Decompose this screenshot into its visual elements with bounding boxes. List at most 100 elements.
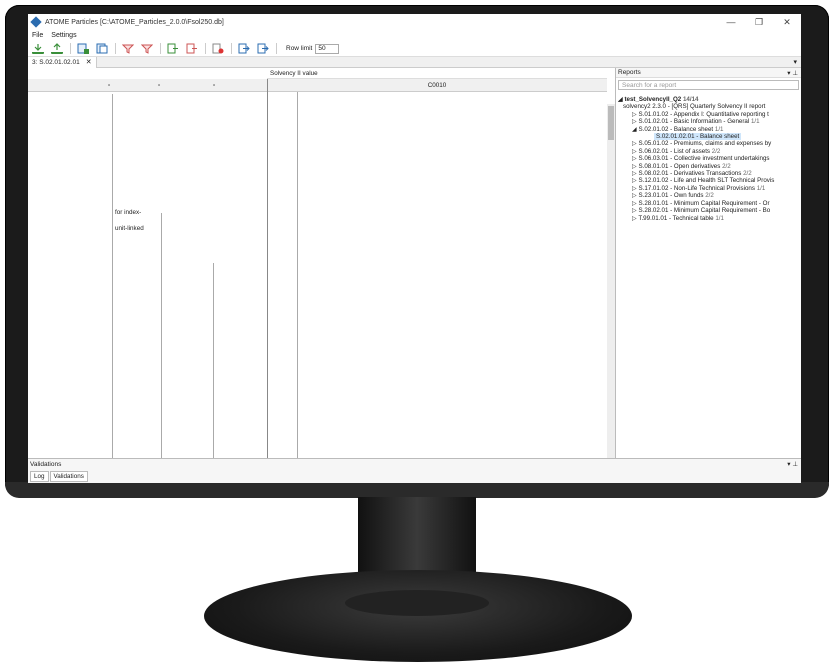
tree-item-label: S.28.02.01 - Minimum Capital Requirement… xyxy=(638,207,771,215)
menu-settings[interactable]: Settings xyxy=(51,32,76,39)
data-grid: Solvency II value ▫ ▫ ▫ C0010 for index-… xyxy=(28,68,616,458)
title-bar: ATOME Particles [C:\ATOME_Particles_2.0.… xyxy=(28,14,801,30)
tree-item-label: S.01.02.01 - Basic Information - General xyxy=(638,118,750,126)
row-label-level2: for index- xyxy=(115,209,142,217)
tree-item[interactable]: ▷ S.08.02.01 - Derivatives Transactions … xyxy=(618,170,799,177)
tree-root[interactable]: ◢ test_SolvencyII_Q2 14/14 xyxy=(618,96,799,103)
filter-icon[interactable]: ▫ xyxy=(108,82,110,89)
tree-item-label: S.12.01.02 - Life and Health SLT Technic… xyxy=(638,177,775,185)
add-report-icon[interactable] xyxy=(77,43,89,54)
tree-item-count: 2/2 xyxy=(711,147,721,155)
tree-item-label: S.02.01.02 - Balance sheet xyxy=(638,125,714,133)
export-icon[interactable] xyxy=(51,43,63,54)
tree-item-count: 2/2 xyxy=(705,192,714,200)
tree-item[interactable]: ▷ S.12.01.02 - Life and Health SLT Techn… xyxy=(618,177,799,184)
monitor-stand-base-top xyxy=(345,590,489,616)
monitor-bezel xyxy=(5,482,829,498)
validations-title: Validations xyxy=(30,460,62,468)
tree-item[interactable]: ▷ S.23.01.01 - Own funds 2/2 xyxy=(618,192,799,199)
tree-item-count: 1/1 xyxy=(750,118,760,126)
import-file-icon[interactable] xyxy=(167,43,179,54)
monitor-stand-base xyxy=(204,570,632,662)
window-title: ATOME Particles [C:\ATOME_Particles_2.0.… xyxy=(45,18,224,26)
tree-item-label: S.08.01.01 - Open derivatives xyxy=(638,162,721,170)
tree-item[interactable]: ◢ S.02.01.02 - Balance sheet 1/1 xyxy=(618,126,799,133)
bottom-tabs: Log Validations xyxy=(28,471,801,482)
validations-header: Validations ▾ ⊥ xyxy=(28,459,801,469)
filter-icon[interactable]: ▫ xyxy=(213,82,215,89)
tree-item-count: 2/2 xyxy=(743,170,752,178)
app-window: ATOME Particles [C:\ATOME_Particles_2.0.… xyxy=(28,14,801,483)
toolbar-separator xyxy=(115,43,116,54)
import-icon[interactable] xyxy=(32,43,44,54)
filter-add-icon[interactable] xyxy=(121,43,135,54)
vertical-scrollbar[interactable] xyxy=(607,104,615,458)
tree-item-count: 1/1 xyxy=(756,184,766,192)
delete-document-icon[interactable] xyxy=(212,43,224,54)
row-limit-input[interactable]: 50 xyxy=(315,43,340,54)
grid-filter-row: ▫ ▫ ▫ xyxy=(28,79,267,92)
filter-remove-icon[interactable] xyxy=(140,43,154,54)
grid-divider xyxy=(267,79,268,458)
copy-report-icon[interactable] xyxy=(96,43,108,54)
row-limit-label: Row limit xyxy=(286,45,313,52)
tree-item-count: 1/1 xyxy=(714,125,724,133)
tab-validations[interactable]: Validations xyxy=(49,471,88,482)
tree-item[interactable]: ▷ S.01.02.01 - Basic Information - Gener… xyxy=(618,118,799,125)
tab-s020102[interactable]: 3: S.02.01.02.01 ✕ xyxy=(28,56,97,68)
toolbar-separator xyxy=(205,43,206,54)
tree-item-label: S.06.03.01 - Collective investment under… xyxy=(638,155,770,163)
grid-divider xyxy=(213,263,214,458)
tree-item-label: S.23.01.01 - Own funds xyxy=(638,192,704,200)
tab-label: 3: S.02.01.02.01 xyxy=(32,58,80,66)
tree-item[interactable]: ▷ S.08.01.01 - Open derivatives 2/2 xyxy=(618,163,799,170)
report-search-input[interactable]: Search for a report xyxy=(618,80,799,90)
tree-item-label: S.08.02.01 - Derivatives Transactions xyxy=(638,170,742,178)
panel-menu-icon[interactable]: ▾ ⊥ xyxy=(787,69,801,77)
tree-item[interactable]: ▷ S.05.01.02 - Premiums, claims and expe… xyxy=(618,140,799,147)
panel-menu-icon[interactable]: ▾ ⊥ xyxy=(787,460,801,468)
close-tab-icon[interactable]: ✕ xyxy=(86,58,92,66)
menu-file[interactable]: File xyxy=(32,32,43,39)
toolbar-separator xyxy=(276,43,277,54)
tree-subtitle: solvency2 2.3.0 - [QRS] Quarterly Solven… xyxy=(623,103,766,111)
app-logo-icon xyxy=(30,16,42,28)
scrollbar-thumb[interactable] xyxy=(608,106,614,140)
grid-divider xyxy=(112,94,113,458)
open-icon[interactable] xyxy=(238,43,250,54)
save-icon[interactable] xyxy=(257,43,269,54)
reports-title: Reports xyxy=(618,69,641,76)
row-label-level2: unit-linked xyxy=(115,224,144,232)
document-tabstrip: 3: S.02.01.02.01 ✕ ▾ xyxy=(28,56,801,68)
tree-item-count: 2/2 xyxy=(722,162,731,170)
tree-item-label: S.05.01.02 - Premiums, claims and expens… xyxy=(638,140,772,148)
close-button[interactable]: ✕ xyxy=(773,17,801,28)
export-file-icon[interactable] xyxy=(186,43,198,54)
report-tree: ◢ test_SolvencyII_Q2 14/14 solvency2 2.3… xyxy=(616,92,801,226)
grid-header-title: Solvency II value xyxy=(267,68,607,79)
tree-item[interactable]: ▷ S.17.01.02 - Non-Life Technical Provis… xyxy=(618,185,799,192)
main-area: Solvency II value ▫ ▫ ▫ C0010 for index-… xyxy=(28,68,801,458)
tree-item[interactable]: ▷ S.06.03.01 - Collective investment und… xyxy=(618,155,799,162)
tree-item-label: S.28.01.01 - Minimum Capital Requirement… xyxy=(638,199,770,207)
validations-panel: Validations ▾ ⊥ Log Validations xyxy=(28,458,801,483)
tree-item-label: S.17.01.02 - Non-Life Technical Provisio… xyxy=(638,184,755,192)
tree-item-label: S.01.01.02 - Appendix I: Quantitative re… xyxy=(638,110,769,118)
grid-divider xyxy=(161,213,162,458)
minimize-button[interactable]: — xyxy=(717,17,745,27)
tab-list-icon[interactable]: ▾ xyxy=(793,58,801,66)
reports-header: Reports ▾ ⊥ xyxy=(616,68,801,78)
tree-item[interactable]: ▷ S.28.02.01 - Minimum Capital Requireme… xyxy=(618,207,799,214)
maximize-button[interactable]: ❐ xyxy=(745,17,773,28)
grid-divider xyxy=(297,92,298,458)
tree-item[interactable]: ▷ T.99.01.01 - Technical table 1/1 xyxy=(618,215,799,222)
filter-icon[interactable]: ▫ xyxy=(158,82,160,89)
tab-log[interactable]: Log xyxy=(30,471,49,482)
tree-item[interactable]: ▷ S.06.02.01 - List of assets 2/2 xyxy=(618,148,799,155)
column-header-c0010[interactable]: C0010 xyxy=(267,79,607,92)
tree-item[interactable]: ▷ S.28.01.01 - Minimum Capital Requireme… xyxy=(618,200,799,207)
tree-item-label: S.02.01.02.01 - Balance sheet xyxy=(654,133,742,141)
toolbar-separator xyxy=(160,43,161,54)
tree-item[interactable]: ▷ S.01.01.02 - Appendix I: Quantitative … xyxy=(618,111,799,118)
tree-subitem[interactable]: S.02.01.02.01 - Balance sheet xyxy=(618,133,799,141)
